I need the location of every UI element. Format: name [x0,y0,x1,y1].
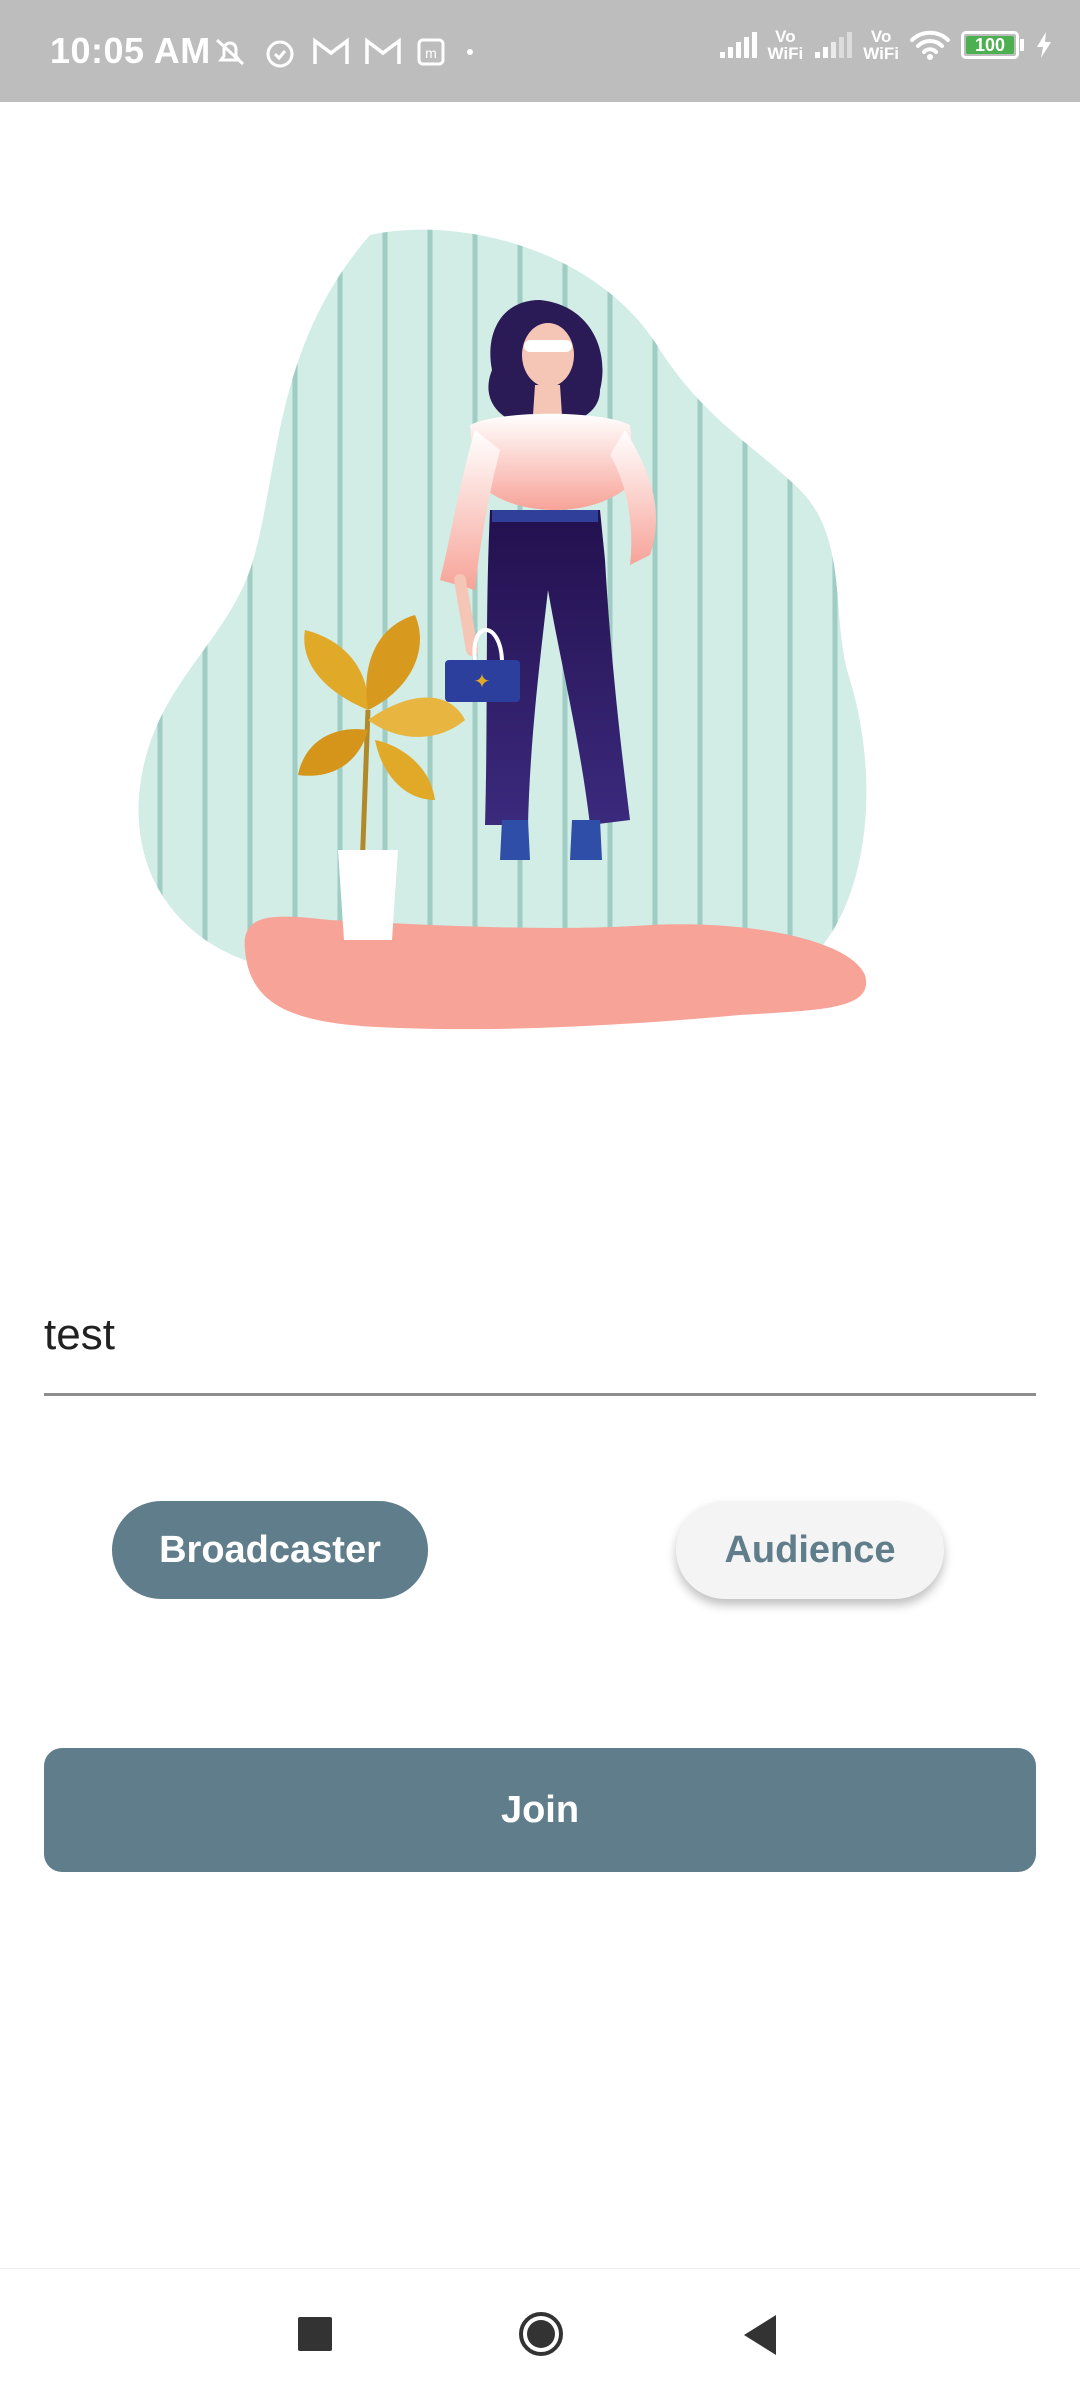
audience-button[interactable]: Audience [676,1501,944,1599]
battery-level: 100 [974,34,1006,55]
vowifi-icon: Vo WiFi [863,27,899,63]
broadcaster-button[interactable]: Broadcaster [112,1501,428,1599]
status-time: 10:05 AM [50,30,211,71]
wifi-icon [910,30,950,60]
dot-icon [467,49,473,55]
battery-icon: 100 [961,31,1019,59]
channel-name-input[interactable] [44,1300,1036,1370]
join-button[interactable]: Join [44,1748,1036,1872]
gmail-icon [313,37,349,64]
m-app-icon: m [417,38,445,66]
channel-name-field[interactable] [44,1280,1036,1396]
system-icons: Vo WiFi Vo WiFi 100 [718,28,1054,62]
status-bar: 10:05 AM m Vo WiFi Vo WiFi 100 [0,0,1080,102]
signal-icon [719,32,757,58]
muted-notification-icon [215,38,245,66]
gmail-icon [365,37,401,64]
navigation-bar [0,2268,1080,2401]
signal-icon [815,32,853,58]
fashion-illustration: ✦ [138,229,867,1030]
svg-text:m: m [425,45,437,61]
svg-text:✦: ✦ [474,669,491,693]
charging-icon [1037,32,1051,58]
recent-apps-icon[interactable] [298,2317,332,2351]
notification-icons: m [212,34,480,70]
back-icon[interactable] [740,2313,780,2357]
alarm-icon [266,40,294,68]
vowifi-icon: Vo WiFi [767,27,804,63]
home-icon[interactable] [516,2309,566,2359]
